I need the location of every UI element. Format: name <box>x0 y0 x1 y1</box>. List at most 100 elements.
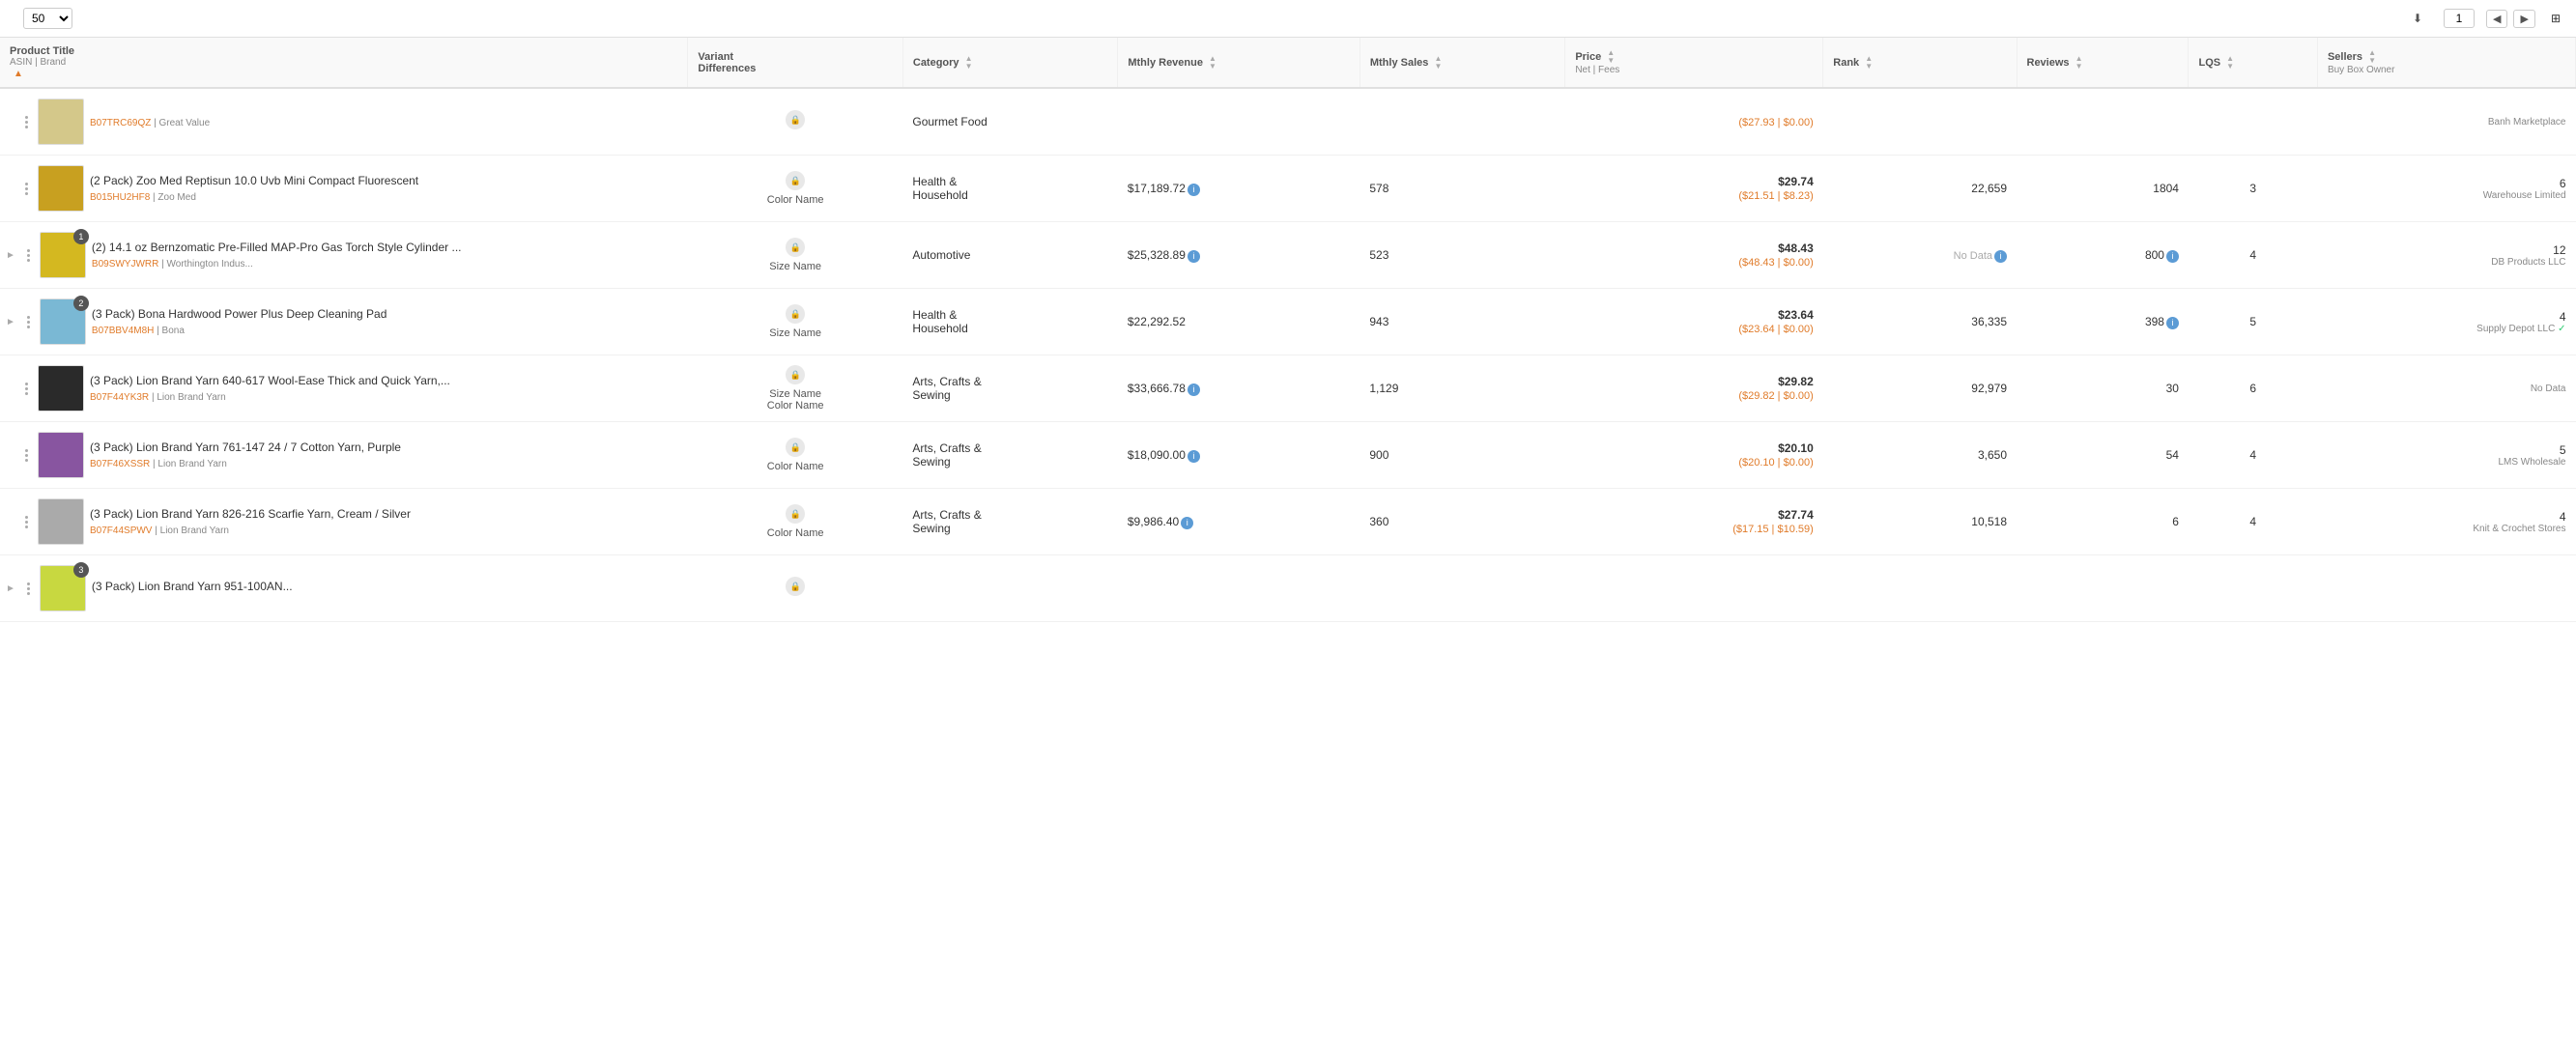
page-input[interactable] <box>2444 9 2475 28</box>
reviews-info-icon-3[interactable]: i <box>2166 317 2179 329</box>
price-cell-2: $48.43 ($48.43 | $0.00) <box>1565 222 1823 289</box>
seller-name-2: DB Products LLC <box>2327 257 2565 268</box>
grid-view-icon[interactable]: ⊞ <box>2551 12 2561 25</box>
product-info-0: B07TRC69QZ | Great Value <box>90 115 682 128</box>
variant-lock-icon-2[interactable]: 🔒 <box>786 238 805 257</box>
row-actions-5[interactable] <box>21 449 32 462</box>
table-row: (3 Pack) Lion Brand Yarn 826-216 Scarfie… <box>0 489 2576 555</box>
category-cell-4: Arts, Crafts & Sewing <box>902 355 1117 422</box>
col-header-sellers[interactable]: Sellers ▲▼ Buy Box Owner <box>2317 38 2575 88</box>
variant-lock-icon-3[interactable]: 🔒 <box>786 304 805 324</box>
rank-cell-4: 92,979 <box>1823 355 2017 422</box>
sales-cell-4: 1,129 <box>1360 355 1564 422</box>
asin-link-5[interactable]: B07F46XSSR <box>90 459 150 469</box>
reviews-info-icon-2[interactable]: i <box>2166 250 2179 263</box>
variant-lock-icon-4[interactable]: 🔒 <box>786 365 805 384</box>
col-header-sales[interactable]: Mthly Sales ▲▼ <box>1360 38 1564 88</box>
row-actions-6[interactable] <box>21 516 32 528</box>
product-cell-5: (3 Pack) Lion Brand Yarn 761-147 24 / 7 … <box>0 422 688 488</box>
product-img-wrap-0 <box>38 99 84 145</box>
next-page-button[interactable]: ▶ <box>2513 10 2534 28</box>
col-header-reviews[interactable]: Reviews ▲▼ <box>2017 38 2189 88</box>
col-header-lqs[interactable]: LQS ▲▼ <box>2189 38 2317 88</box>
rank-info-icon-2[interactable]: i <box>1994 250 2007 263</box>
product-info-1: (2 Pack) Zoo Med Reptisun 10.0 Uvb Mini … <box>90 174 682 203</box>
col-header-category[interactable]: Category ▲▼ <box>902 38 1117 88</box>
variant-lock-icon-6[interactable]: 🔒 <box>786 504 805 524</box>
row-actions-0[interactable] <box>21 116 32 128</box>
expand-arrow[interactable]: ► <box>6 317 15 327</box>
sort-arrows-reviews: ▲▼ <box>2075 55 2083 71</box>
expand-arrow[interactable]: ► <box>6 250 15 261</box>
product-meta-0: B07TRC69QZ | Great Value <box>90 118 682 128</box>
variant-lock-icon-7[interactable]: 🔒 <box>786 577 805 596</box>
product-meta-5: B07F46XSSR | Lion Brand Yarn <box>90 459 682 469</box>
revenue-info-icon-6[interactable]: i <box>1181 517 1193 529</box>
sellers-cell-1: 6 Warehouse Limited <box>2317 156 2575 222</box>
price-fees-5: ($20.10 | $0.00) <box>1738 457 1813 469</box>
col-header-price[interactable]: Price ▲▼ Net | Fees <box>1565 38 1823 88</box>
col-header-revenue[interactable]: Mthly Revenue ▲▼ <box>1118 38 1360 88</box>
variant-lock-icon-1[interactable]: 🔒 <box>786 171 805 190</box>
product-info-2: (2) 14.1 oz Bernzomatic Pre-Filled MAP-P… <box>92 241 682 270</box>
col-header-product[interactable]: Product Title ASIN | Brand ▲ <box>0 38 688 88</box>
per-page-select[interactable]: 50 10 25 100 <box>23 8 72 29</box>
lqs-cell-4: 6 <box>2189 355 2317 422</box>
price-fees-0: ($27.93 | $0.00) <box>1738 117 1813 128</box>
sort-arrows-category: ▲▼ <box>965 55 973 71</box>
product-name-4: (3 Pack) Lion Brand Yarn 640-617 Wool-Ea… <box>90 374 682 389</box>
asin-link-3[interactable]: B07BBV4M8H <box>92 326 154 336</box>
asin-link-0[interactable]: B07TRC69QZ <box>90 118 151 128</box>
revenue-info-icon-1[interactable]: i <box>1188 184 1200 196</box>
asin-link-4[interactable]: B07F44YK3R <box>90 392 149 403</box>
product-cell-7: ► 3 (3 Pack) Lion Brand Yarn 951-100AN..… <box>0 555 688 621</box>
row-actions-3[interactable] <box>23 316 34 328</box>
product-cell-3: ► 2 (3 Pack) Bona Hardwood Power Plus De… <box>0 289 688 355</box>
sellers-count-6: 4 <box>2560 510 2566 524</box>
sellers-count-5: 5 <box>2560 443 2566 457</box>
sellers-cell-5: 5 LMS Wholesale <box>2317 422 2575 489</box>
category-cell-0: Gourmet Food <box>902 88 1117 156</box>
row-actions-2[interactable] <box>23 249 34 262</box>
price-cell-0: ($27.93 | $0.00) <box>1565 88 1823 156</box>
sellers-cell-2: 12 DB Products LLC <box>2317 222 2575 289</box>
product-meta-4: B07F44YK3R | Lion Brand Yarn <box>90 392 682 403</box>
variant-icon-cell-2: 🔒 Size Name <box>688 222 902 289</box>
product-cell-2: ► 1 (2) 14.1 oz Bernzomatic Pre-Filled M… <box>0 222 688 288</box>
product-table: Product Title ASIN | Brand ▲ VariantDiff… <box>0 38 2576 622</box>
variant-lock-icon-5[interactable]: 🔒 <box>786 438 805 457</box>
revenue-info-icon-5[interactable]: i <box>1188 450 1200 463</box>
revenue-cell-4: $33,666.78i <box>1118 355 1360 422</box>
product-name-7: (3 Pack) Lion Brand Yarn 951-100AN... <box>92 580 682 595</box>
sellers-cell-4: No Data <box>2317 355 2575 422</box>
row-actions-7[interactable] <box>23 582 34 595</box>
asin-link-1[interactable]: B015HU2HF8 <box>90 192 150 203</box>
variant-icon-cell-4: 🔒 Size Name Color Name <box>688 355 902 422</box>
product-name-2: (2) 14.1 oz Bernzomatic Pre-Filled MAP-P… <box>92 241 682 256</box>
seller-name-4: No Data <box>2327 383 2565 394</box>
table-row: ► 2 (3 Pack) Bona Hardwood Power Plus De… <box>0 289 2576 355</box>
sales-cell-1: 578 <box>1360 156 1564 222</box>
download-csv-button[interactable]: ⬇ <box>2409 12 2422 25</box>
sales-cell-2: 523 <box>1360 222 1564 289</box>
price-main-6: $27.74 <box>1575 508 1814 522</box>
product-img-wrap-4 <box>38 365 84 412</box>
row-actions-4[interactable] <box>21 383 32 395</box>
col-header-rank[interactable]: Rank ▲▼ <box>1823 38 2017 88</box>
prev-page-button[interactable]: ◀ <box>2486 10 2507 28</box>
sellers-count-1: 6 <box>2560 177 2566 190</box>
variant-lock-icon-0[interactable]: 🔒 <box>786 110 805 129</box>
lqs-cell-0 <box>2189 88 2317 156</box>
revenue-info-icon-4[interactable]: i <box>1188 383 1200 396</box>
price-fees-3: ($23.64 | $0.00) <box>1738 324 1813 335</box>
revenue-info-icon-2[interactable]: i <box>1188 250 1200 263</box>
price-cell-5: $20.10 ($20.10 | $0.00) <box>1565 422 1823 489</box>
row-actions-1[interactable] <box>21 183 32 195</box>
asin-link-6[interactable]: B07F44SPWV <box>90 526 152 536</box>
asin-link-2[interactable]: B09SWYJWRR <box>92 259 158 270</box>
product-meta-3: B07BBV4M8H | Bona <box>92 326 682 336</box>
product-name-1: (2 Pack) Zoo Med Reptisun 10.0 Uvb Mini … <box>90 174 682 189</box>
expand-arrow[interactable]: ► <box>6 583 15 594</box>
product-info-3: (3 Pack) Bona Hardwood Power Plus Deep C… <box>92 307 682 336</box>
revenue-cell-2: $25,328.89i <box>1118 222 1360 289</box>
